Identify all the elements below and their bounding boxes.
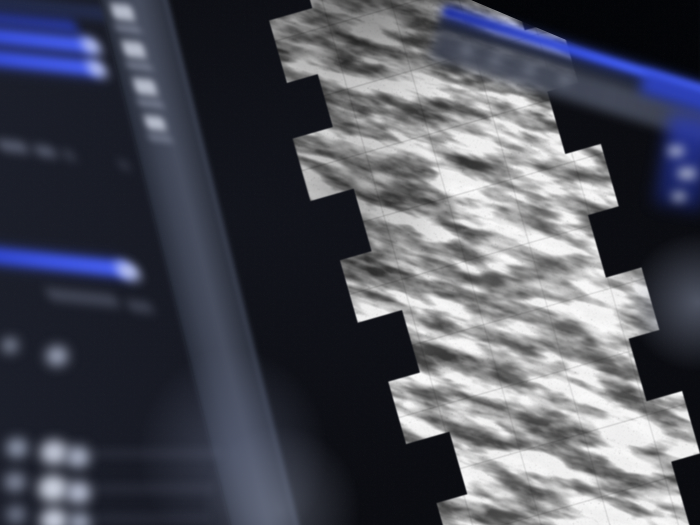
top-toolbar-dot-icon[interactable] — [525, 65, 536, 75]
blurred-row-text — [92, 450, 222, 457]
bokeh-list-dot — [6, 505, 26, 524]
blurred-row-text — [95, 515, 210, 522]
bokeh-list-dot — [66, 446, 90, 468]
top-toolbar-dot-icon[interactable] — [490, 54, 501, 64]
bokeh-icon — [46, 346, 68, 366]
blurred-label — [672, 192, 686, 201]
bokeh-list-dot — [66, 481, 91, 504]
bokeh-icon — [2, 338, 18, 353]
bokeh-list-dot — [38, 475, 68, 502]
top-toolbar-dot-icon[interactable] — [462, 45, 473, 55]
defocus-haze — [628, 232, 700, 372]
blurred-label — [668, 146, 684, 156]
top-toolbar-dot-icon[interactable] — [559, 75, 570, 85]
bokeh-list-dot — [40, 440, 68, 465]
bokeh-list-dot — [6, 438, 28, 458]
blurred-label — [678, 168, 696, 179]
photographed-monitor — [0, 0, 700, 525]
defocus-haze — [200, 425, 360, 525]
bokeh-list-dot — [4, 472, 26, 492]
blurred-row-text — [94, 485, 214, 492]
